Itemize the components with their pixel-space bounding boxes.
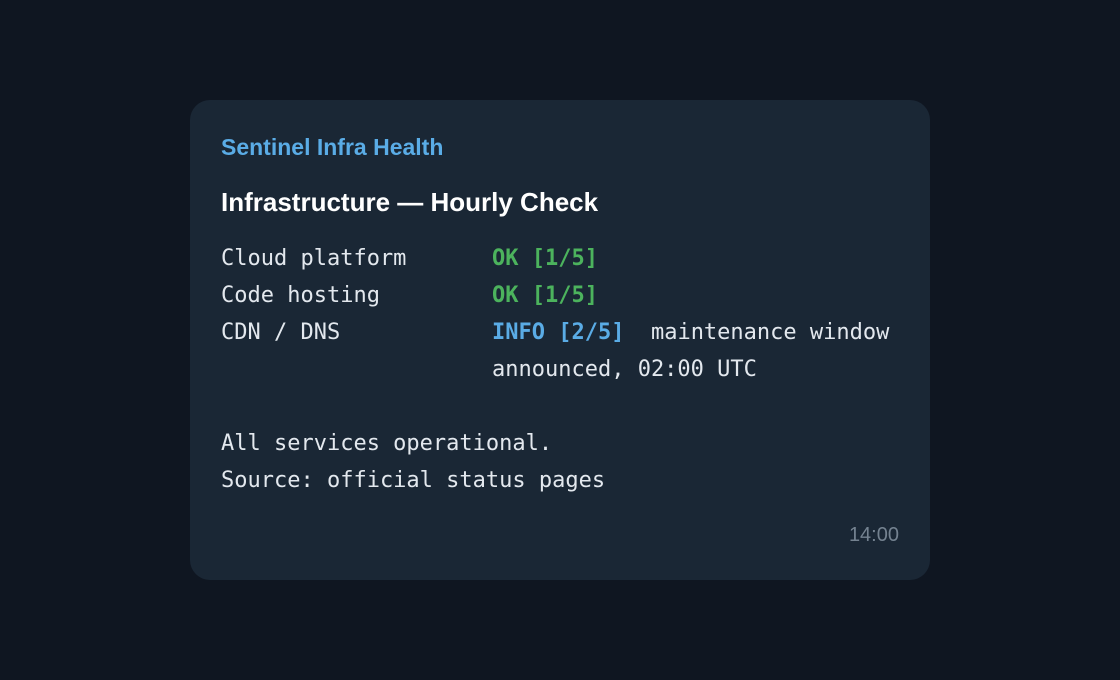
service-name: Code hosting bbox=[221, 283, 380, 308]
message-title: Infrastructure — Hourly Check bbox=[221, 187, 599, 217]
status-ok: OK [1/5] bbox=[492, 246, 598, 271]
service-row-cdn-dns: CDN / DNS INFO [2/5] maintenance window … bbox=[221, 314, 899, 388]
summary-text: All services operational. bbox=[221, 431, 553, 456]
service-status-cell: INFO [2/5] maintenance window announced,… bbox=[492, 314, 899, 388]
source-text: Source: official status pages bbox=[221, 468, 606, 493]
sender-name[interactable]: Sentinel Infra Health bbox=[221, 132, 899, 162]
service-row-cloud-platform: Cloud platform OK [1/5] bbox=[221, 240, 899, 277]
service-status-list: Cloud platform OK [1/5] Code hosting OK … bbox=[221, 240, 899, 388]
message-timestamp: 14:00 bbox=[848, 524, 899, 546]
status-ok: OK [1/5] bbox=[492, 283, 598, 308]
status-info: INFO [2/5] bbox=[492, 320, 625, 345]
service-row-code-hosting: Code hosting OK [1/5] bbox=[221, 277, 899, 314]
service-name: Cloud platform bbox=[221, 246, 407, 271]
service-name: CDN / DNS bbox=[221, 320, 341, 345]
message-footer: All services operational. Source: offici… bbox=[221, 425, 899, 499]
service-status-cell: OK [1/5] bbox=[492, 277, 899, 314]
message-bubble: Sentinel Infra Health Infrastructure — H… bbox=[190, 100, 930, 580]
service-status-cell: OK [1/5] bbox=[492, 240, 899, 277]
